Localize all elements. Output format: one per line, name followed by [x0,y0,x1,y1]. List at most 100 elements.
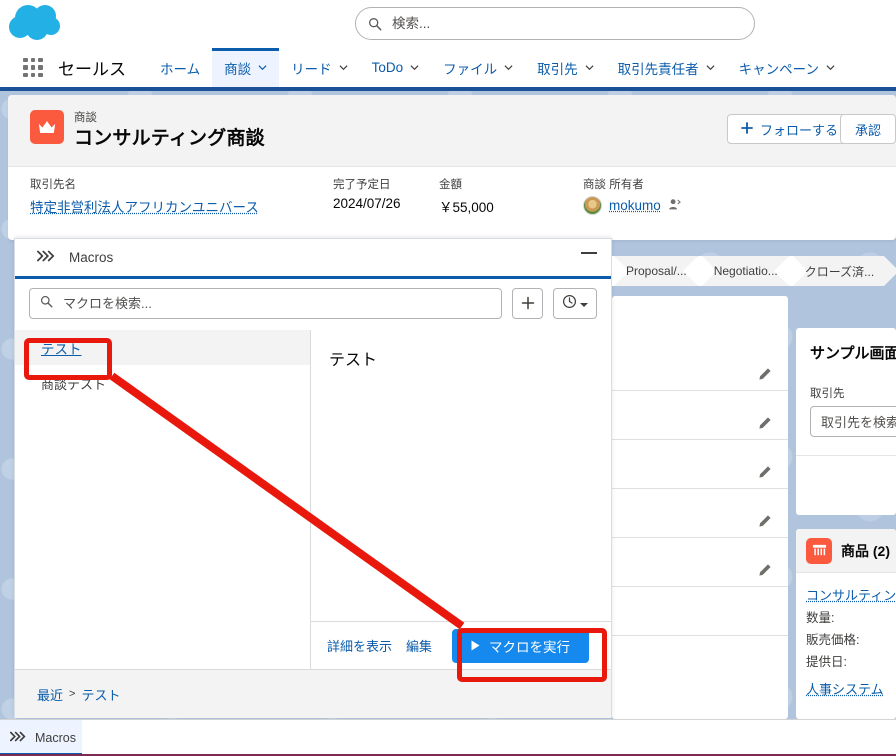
utility-item-macros[interactable]: Macros [0,720,82,756]
macro-name-link[interactable]: テスト [41,338,82,358]
product-attr-quantity: 数量: [806,611,835,625]
field-label: 完了予定日 [333,179,391,191]
breadcrumb: 最近 > テスト [15,669,611,718]
macros-panel-header[interactable]: Macros [15,239,611,279]
utility-bar: Macros [0,719,896,756]
app-name-label[interactable]: セールス [58,48,126,87]
record-header-top: 商談 コンサルティング商談 フォローする 承認 [8,95,896,167]
chevron-down-icon[interactable] [339,63,348,72]
detail-row[interactable] [612,391,788,440]
sample-panel-divider [796,455,896,456]
follow-button[interactable]: フォローする [726,114,852,144]
chevron-down-icon[interactable] [504,63,513,72]
account-search-input[interactable]: 取引先を検索... [810,406,896,437]
detail-row[interactable] [612,342,788,391]
macro-detail-footer: 詳細を表示 編集 マクロを実行 [311,621,611,669]
nav-item-campaigns[interactable]: キャンペーン [727,48,847,87]
pencil-icon[interactable] [758,416,772,430]
pencil-icon[interactable] [758,563,772,577]
macro-search-box[interactable] [29,287,502,319]
play-icon [471,639,480,654]
nav-item-accounts[interactable]: 取引先 [525,48,606,87]
field-account-name: 取引先名 特定非営利法人アフリカンユニバース [30,176,259,216]
run-macro-button-label: マクロを実行 [489,640,570,655]
macro-list: テスト 商談テスト [15,330,311,718]
macro-detail-pane: テスト 詳細を表示 編集 マクロを実行 [311,330,611,718]
nav-item-label: キャンペーン [738,61,819,77]
field-label: 金額 [439,179,462,191]
breadcrumb-root-link[interactable]: 最近 [37,685,63,704]
field-value: 2024/07/26 [333,196,401,211]
chevron-down-icon[interactable] [706,63,715,72]
record-details-panel [612,296,788,719]
nav-item-label: 取引先責任者 [617,61,699,77]
detail-row[interactable] [612,440,788,489]
field-label: 取引先名 [30,179,76,191]
macros-panel-body: テスト 商談テスト テスト 詳細を表示 編集 マクロを実行 [15,330,611,718]
chevron-down-icon[interactable] [826,63,835,72]
recent-macros-button[interactable] [553,287,597,319]
change-owner-icon[interactable] [668,198,681,214]
breadcrumb-separator: > [69,688,76,700]
product-link[interactable]: コンサルティングサービス [806,585,896,604]
add-macro-button[interactable] [512,287,543,319]
account-name-link[interactable]: 特定非営利法人アフリカンユニバース [30,200,259,215]
page-top-strip [0,87,896,91]
opportunity-crown-icon [30,110,64,144]
nav-item-opportunities[interactable]: 商談 [212,48,280,87]
global-search-input[interactable] [390,15,742,32]
macro-list-item[interactable]: 商談テスト [15,374,310,393]
follow-button-label: フォローする [759,122,838,138]
record-header-card: 商談 コンサルティング商談 フォローする 承認 取引先名 特定非営利法人アフリカ… [8,95,896,240]
salesforce-cloud-logo[interactable] [8,2,68,44]
pencil-icon[interactable] [758,514,772,528]
detail-row[interactable] [612,489,788,538]
utility-item-label: Macros [35,731,76,745]
sample-screen-panel: サンプル画面 取引先 取引先を検索... [796,328,896,515]
path-stage-label: クローズ済... [804,264,875,279]
path-stage[interactable]: Proposal/... [612,256,697,286]
view-detail-link[interactable]: 詳細を表示 [327,636,392,655]
chevron-down-icon[interactable] [585,63,594,72]
run-macro-button[interactable]: マクロを実行 [452,629,589,663]
chevron-down-icon[interactable] [258,63,267,72]
products-panel: 商品 (2) コンサルティングサービス 数量: 販売価格: 提供日: 人事システ… [796,529,896,719]
nav-item-home[interactable]: ホーム [148,48,212,87]
path-stage-label: Negotiatio... [713,264,778,278]
avatar [583,196,602,215]
page-title: コンサルティング商談 [74,128,265,149]
edit-link[interactable]: 編集 [406,636,432,655]
navigation-bar: セールス ホーム 商談 リード ToDo ファイル 取引先 取引先責任者 キャン… [0,48,896,87]
approve-button[interactable]: 承認 [840,114,896,144]
minimize-icon[interactable] [581,252,597,254]
breadcrumb-current-link[interactable]: テスト [81,685,120,704]
detail-row[interactable] [612,587,788,636]
macro-list-item-selected[interactable]: テスト [15,330,310,365]
detail-row[interactable] [612,538,788,587]
macro-search-input[interactable] [61,294,491,312]
global-search-box[interactable] [355,7,755,40]
nav-item-contacts[interactable]: 取引先責任者 [606,48,727,87]
record-highlight-fields: 取引先名 特定非営利法人アフリカンユニバース 完了予定日 2024/07/26 … [8,167,896,239]
macros-chevrons-icon [10,731,26,745]
chevron-down-icon[interactable] [410,63,419,72]
nav-item-leads[interactable]: リード [279,48,360,87]
macros-panel-title: Macros [69,250,114,265]
product-icon [806,537,832,564]
approve-button-label: 承認 [854,122,881,138]
pencil-icon[interactable] [758,367,772,381]
search-icon [368,17,382,31]
path-stage[interactable]: クローズ済... [790,256,885,286]
path-stage[interactable]: Negotiatio... [699,256,788,286]
nav-item-files[interactable]: ファイル [431,48,525,87]
pencil-icon[interactable] [758,465,772,479]
owner-name-link[interactable]: mokumo [609,198,661,213]
macros-search-row [15,279,611,327]
field-amount: 金額 ￥55,000 [439,176,494,216]
clock-icon [562,294,577,312]
app-launcher-icon[interactable] [18,48,48,87]
macro-detail-title: テスト [329,352,378,369]
nav-item-tasks[interactable]: ToDo [360,48,432,87]
product-link[interactable]: 人事システム [806,679,896,698]
nav-item-label: ファイル [443,61,498,77]
